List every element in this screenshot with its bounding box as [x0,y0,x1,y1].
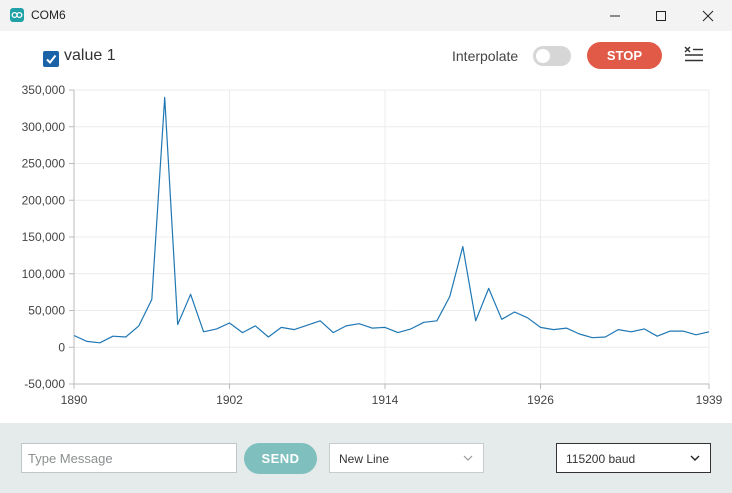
clear-list-icon [684,46,703,62]
line-ending-select[interactable]: New Line [329,443,484,473]
chevron-down-icon [690,455,700,461]
toggle-knob [536,49,550,63]
y-tick-label: 200,000 [22,193,66,207]
window-title: COM6 [31,8,66,22]
minimize-button[interactable] [592,0,638,31]
y-tick-label: 150,000 [22,230,66,244]
line-chart: 350,000 300,000 250,000 200,000 150,000 100,0… [22,83,723,407]
x-tick-label: 1914 [372,393,399,407]
y-tick-label: 0 [58,340,65,354]
baud-rate-select[interactable]: 115200 baud [556,443,711,473]
series-checkbox[interactable] [43,51,59,67]
plotter-toolbar: value 1 Interpolate STOP [0,31,732,81]
y-tick-label: 300,000 [22,120,66,134]
y-tick-label: 350,000 [22,83,66,97]
close-button[interactable] [685,0,731,31]
footer-bar: SEND New Line 115200 baud [0,423,732,493]
maximize-icon [656,11,666,21]
y-tick-label: 250,000 [22,157,66,171]
message-input[interactable] [21,443,237,473]
stop-button[interactable]: STOP [587,42,662,69]
series-label: value 1 [64,47,116,64]
baud-rate-value: 115200 baud [566,452,636,466]
close-icon [702,10,714,22]
interpolate-toggle[interactable] [533,46,571,66]
maximize-button[interactable] [638,0,684,31]
x-tick-label: 1926 [527,393,554,407]
y-tick-label: 50,000 [28,304,65,318]
line-ending-value: New Line [339,452,390,466]
y-tick-label: 100,000 [22,267,66,281]
chevron-down-icon [463,455,473,461]
x-tick-label: 1939 [696,393,723,407]
send-button[interactable]: SEND [244,443,317,474]
minimize-icon [610,15,620,17]
serial-plot: 350,000 300,000 250,000 200,000 150,000 100,0… [0,81,732,423]
x-tick-label: 1890 [61,393,88,407]
y-tick-label: -50,000 [24,377,65,391]
arduino-logo-icon [10,8,24,22]
x-tick-label: 1902 [216,393,243,407]
checkmark-icon [46,54,57,65]
interpolate-label: Interpolate [452,48,519,64]
series-line-value-1 [73,96,710,344]
clear-menu-button[interactable] [683,45,705,65]
title-bar: COM6 [0,0,732,32]
